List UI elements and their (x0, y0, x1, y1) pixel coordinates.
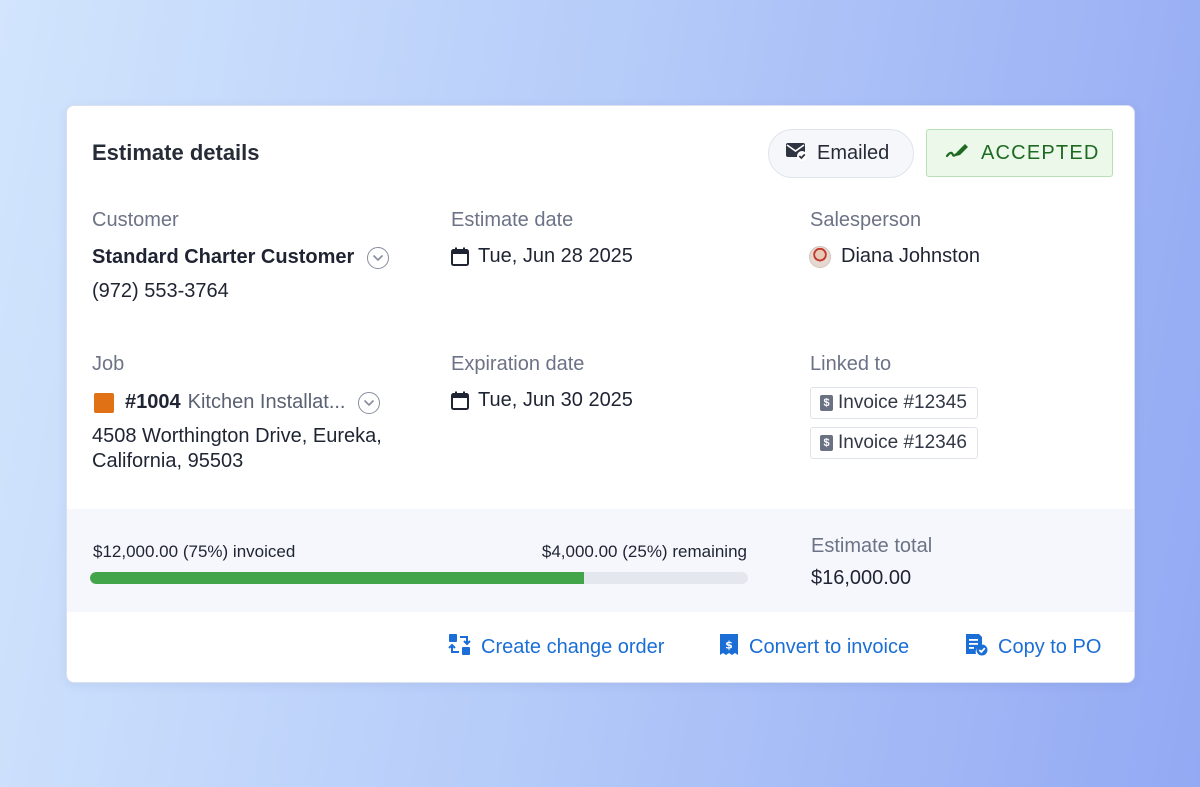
copy-to-po-button[interactable]: Copy to PO (964, 633, 1101, 662)
svg-text:$: $ (725, 639, 733, 652)
linked-invoice-label: Invoice #12345 (838, 392, 967, 413)
linked-invoice-label: Invoice #12346 (838, 432, 967, 453)
email-check-icon (785, 141, 807, 167)
salesperson-name: Diana Johnston (841, 245, 980, 267)
dollar-document-icon: $ (820, 435, 833, 451)
accepted-status-badge: ACCEPTED (926, 129, 1113, 177)
expiration-date-value: Tue, Jun 30 2025 (478, 389, 633, 411)
customer-label: Customer (92, 209, 179, 231)
job-label: Job (92, 353, 125, 375)
document-check-icon (964, 633, 988, 662)
dollar-document-icon: $ (820, 395, 833, 411)
chevron-down-icon[interactable] (367, 246, 390, 269)
chevron-down-icon[interactable] (357, 391, 380, 414)
emailed-badge[interactable]: Emailed (768, 129, 914, 178)
calendar-icon (451, 391, 469, 410)
expiration-date-label: Expiration date (451, 353, 585, 375)
estimate-date-value: Tue, Jun 28 2025 (478, 245, 633, 267)
swap-arrows-icon (448, 633, 471, 662)
estimate-details-card: Estimate details Emailed ACCEPTED Custom… (66, 105, 1135, 683)
copy-to-po-label: Copy to PO (998, 636, 1102, 658)
estimate-total-label: Estimate total (811, 535, 933, 557)
job-number: #1004 (125, 391, 181, 413)
estimate-total-value: $16,000.00 (811, 567, 912, 589)
job-name: Kitchen Installat... (187, 391, 346, 413)
estimate-date-row: Tue, Jun 28 2025 (451, 245, 633, 268)
avatar (809, 245, 831, 268)
salesperson-row: Diana Johnston (809, 245, 980, 268)
customer-phone: (972) 553-3764 (92, 280, 229, 302)
linked-invoice-chip[interactable]: $ Invoice #12345 (810, 387, 978, 419)
customer-name: Standard Charter Customer (92, 246, 355, 268)
card-title: Estimate details (92, 140, 260, 165)
linked-invoice-chip[interactable]: $ Invoice #12346 (810, 427, 978, 459)
salesperson-label: Salesperson (810, 209, 922, 231)
linked-to-label: Linked to (810, 353, 892, 375)
customer-row: Standard Charter Customer (92, 246, 390, 269)
invoiced-progress-bar (90, 572, 748, 584)
job-address-line2: California, 95503 (92, 450, 244, 472)
signature-pen-icon (945, 140, 971, 166)
convert-to-invoice-button[interactable]: $ Convert to invoice (719, 633, 909, 662)
emailed-label: Emailed (817, 142, 890, 164)
create-change-order-button[interactable]: Create change order (448, 633, 664, 662)
receipt-dollar-icon: $ (719, 633, 739, 662)
calendar-icon (451, 247, 469, 266)
expiration-date-row: Tue, Jun 30 2025 (451, 389, 633, 412)
invoiced-text: $12,000.00 (75%) invoiced (93, 542, 296, 561)
convert-to-invoice-label: Convert to invoice (749, 636, 910, 658)
accepted-label: ACCEPTED (981, 141, 1100, 164)
estimate-date-label: Estimate date (451, 209, 574, 231)
invoiced-progress-fill (90, 572, 584, 584)
job-address-line1: 4508 Worthington Drive, Eureka, (92, 425, 382, 447)
job-row: #1004 Kitchen Installat... (94, 391, 380, 414)
job-color-swatch (94, 392, 114, 413)
invoice-summary: $12,000.00 (75%) invoiced $4,000.00 (25%… (67, 509, 1134, 612)
remaining-text: $4,000.00 (25%) remaining (541, 542, 747, 561)
create-change-order-label: Create change order (481, 636, 665, 658)
